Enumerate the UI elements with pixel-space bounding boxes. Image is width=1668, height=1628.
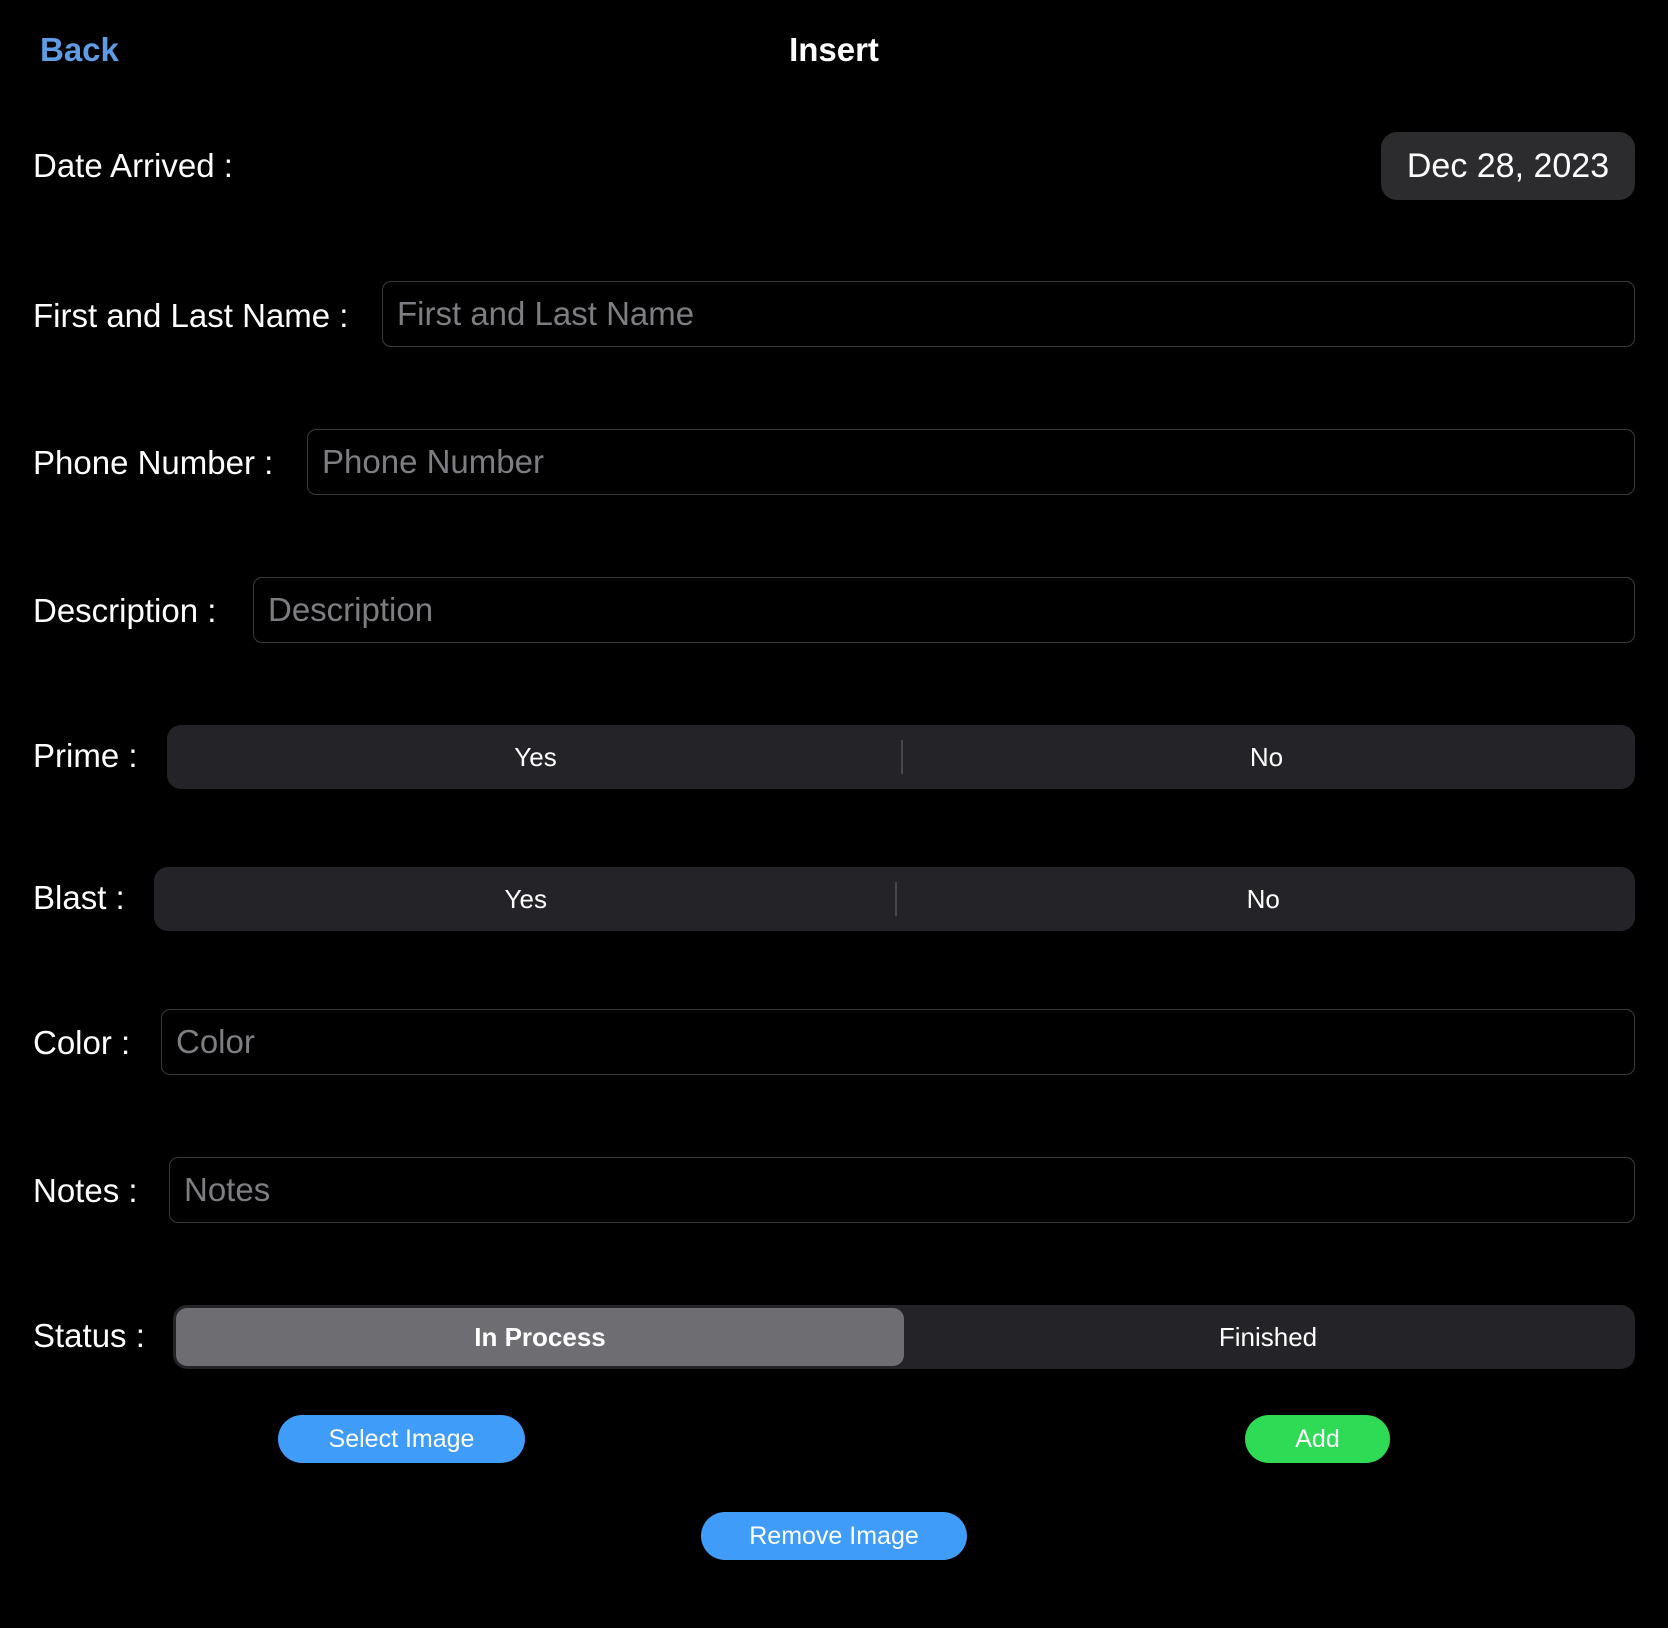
phone-field-container (307, 429, 1635, 495)
prime-label: Prime : (33, 737, 138, 774)
blast-label: Blast : (33, 879, 125, 916)
color-field-container (161, 1009, 1635, 1075)
select-image-button[interactable]: Select Image (278, 1415, 525, 1463)
description-field[interactable] (254, 578, 1634, 642)
description-label: Description : (33, 592, 217, 629)
prime-yes-segment[interactable]: Yes (170, 728, 901, 786)
name-field-container (382, 281, 1635, 347)
status-in-process-segment[interactable]: In Process (176, 1308, 904, 1366)
page-title: Insert (789, 31, 879, 68)
blast-no-segment[interactable]: No (894, 870, 1633, 928)
notes-field[interactable] (170, 1158, 1634, 1222)
color-field[interactable] (162, 1010, 1634, 1074)
status-segmented-control: In Process Finished (173, 1305, 1635, 1369)
name-label: First and Last Name : (33, 297, 349, 334)
name-field[interactable] (383, 282, 1634, 346)
blast-yes-segment[interactable]: Yes (157, 870, 895, 928)
date-picker[interactable]: Dec 28, 2023 (1381, 132, 1635, 200)
date-arrived-label: Date Arrived : (33, 147, 233, 184)
prime-no-segment[interactable]: No (901, 728, 1632, 786)
phone-label: Phone Number : (33, 444, 274, 481)
phone-field[interactable] (308, 430, 1634, 494)
notes-field-container (169, 1157, 1635, 1223)
notes-label: Notes : (33, 1172, 138, 1209)
blast-segmented-control: Yes No (154, 867, 1635, 931)
prime-segmented-control: Yes No (167, 725, 1635, 789)
description-field-container (253, 577, 1635, 643)
back-button[interactable]: Back (40, 28, 119, 72)
status-finished-segment[interactable]: Finished (904, 1308, 1632, 1366)
remove-image-button[interactable]: Remove Image (701, 1512, 967, 1560)
status-label: Status : (33, 1317, 145, 1354)
color-label: Color : (33, 1024, 131, 1061)
add-button[interactable]: Add (1245, 1415, 1390, 1463)
